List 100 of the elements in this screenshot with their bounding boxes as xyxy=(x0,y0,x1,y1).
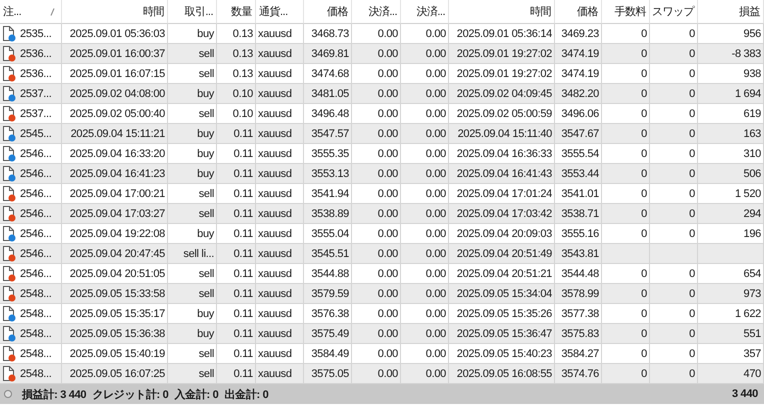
table-cell: 0 xyxy=(650,164,698,184)
table-cell: 2025.09.05 16:07:25 xyxy=(62,364,168,384)
table-cell: 2536... xyxy=(20,48,52,60)
table-cell: 3575.05 xyxy=(304,364,352,384)
table-cell: 3482.20 xyxy=(555,84,602,104)
table-cell: 2025.09.04 15:11:40 xyxy=(449,124,555,144)
column-header[interactable]: 手数料 xyxy=(602,0,650,24)
table-cell: 0.00 xyxy=(352,364,401,384)
table-cell: xauusd xyxy=(256,84,304,104)
table-cell: 0 xyxy=(650,124,698,144)
column-header[interactable]: 損益 xyxy=(698,0,764,24)
table-cell: 3474.19 xyxy=(555,44,602,64)
document-icon xyxy=(2,265,16,282)
table-cell: 2025.09.05 16:08:55 xyxy=(449,364,555,384)
table-cell: 0 xyxy=(602,284,650,304)
table-cell: xauusd xyxy=(256,284,304,304)
column-header[interactable]: 決済... xyxy=(352,0,401,24)
table-cell: 2546... xyxy=(20,188,52,200)
table-cell: 2548... xyxy=(20,288,52,300)
summary-text: 入金計: 0 xyxy=(174,388,218,402)
table-cell: 2025.09.04 16:41:43 xyxy=(449,164,555,184)
table-cell: 0 xyxy=(650,364,698,384)
table-cell: 2025.09.05 15:33:58 xyxy=(62,284,168,304)
table-cell: 2025.09.05 15:34:04 xyxy=(449,284,555,304)
document-icon xyxy=(2,325,16,342)
table-cell: 3553.13 xyxy=(304,164,352,184)
table-cell: 2546... xyxy=(20,268,52,280)
table-cell: 3574.76 xyxy=(555,364,602,384)
table-cell: 0 xyxy=(650,324,698,344)
table-cell: 973 xyxy=(698,284,764,304)
table-cell: 0.11 xyxy=(217,204,256,224)
column-header[interactable]: 価格 xyxy=(555,0,602,24)
table-cell: 2535... xyxy=(20,28,52,40)
status-icon xyxy=(4,390,12,398)
column-header[interactable]: 時間 xyxy=(449,0,555,24)
table-cell: xauusd xyxy=(256,244,304,264)
table-cell: 2025.09.05 15:36:38 xyxy=(62,324,168,344)
table-cell: 0 xyxy=(602,364,650,384)
table-cell: 3538.71 xyxy=(555,204,602,224)
table-cell: 2546... xyxy=(20,148,52,160)
table-cell: sell li... xyxy=(168,244,217,264)
table-cell: 2025.09.04 20:51:49 xyxy=(449,244,555,264)
document-icon xyxy=(2,225,16,242)
column-header[interactable]: スワップ xyxy=(650,0,698,24)
document-icon xyxy=(2,105,16,122)
table-cell: 0.00 xyxy=(352,244,401,264)
document-icon xyxy=(2,365,16,382)
table-cell: 0.00 xyxy=(352,44,401,64)
table-cell: 470 xyxy=(698,364,764,384)
table-cell: 0 xyxy=(650,44,698,64)
column-header[interactable]: 数量 xyxy=(217,0,256,24)
table-cell: 0.00 xyxy=(352,284,401,304)
table-cell: 0 xyxy=(650,84,698,104)
table-cell: xauusd xyxy=(256,364,304,384)
table-cell: 0 xyxy=(602,124,650,144)
column-header[interactable]: 取引... xyxy=(168,0,217,24)
table-cell: -8 383 xyxy=(698,44,764,64)
table-cell: 2537... xyxy=(20,108,52,120)
document-icon xyxy=(2,45,16,62)
table-cell: 3545.51 xyxy=(304,244,352,264)
table-cell: 3575.83 xyxy=(555,324,602,344)
summary-text: クレジット計: 0 xyxy=(92,388,168,402)
table-cell: 0.10 xyxy=(217,84,256,104)
table-cell: 0.11 xyxy=(217,124,256,144)
table-cell: 2025.09.02 04:09:45 xyxy=(449,84,555,104)
table-cell: 3578.99 xyxy=(555,284,602,304)
table-cell: 0.00 xyxy=(401,284,449,304)
table-cell: 551 xyxy=(698,324,764,344)
table-cell: 506 xyxy=(698,164,764,184)
document-icon xyxy=(2,305,16,322)
table-cell: 0 xyxy=(602,164,650,184)
document-icon xyxy=(2,145,16,162)
column-header[interactable]: 通貨... xyxy=(256,0,304,24)
document-icon xyxy=(2,205,16,222)
table-cell: 0.13 xyxy=(217,44,256,64)
table-cell: 2546... xyxy=(20,228,52,240)
table-cell: 1 694 xyxy=(698,84,764,104)
table-cell: xauusd xyxy=(256,324,304,344)
table-cell: 2025.09.04 17:03:27 xyxy=(62,204,168,224)
table-cell: 3538.89 xyxy=(304,204,352,224)
document-icon xyxy=(2,125,16,142)
table-cell: xauusd xyxy=(256,204,304,224)
summary-text: 出金計: 0 xyxy=(224,388,268,402)
table-cell: 3579.59 xyxy=(304,284,352,304)
table-cell: 3553.44 xyxy=(555,164,602,184)
column-header[interactable]: 決済... xyxy=(401,0,449,24)
table-cell: 0.00 xyxy=(401,84,449,104)
document-icon xyxy=(2,85,16,102)
table-cell: 2548... xyxy=(20,308,52,320)
table-cell: buy xyxy=(168,124,217,144)
column-header[interactable]: 時間 xyxy=(62,0,168,24)
table-cell: buy xyxy=(168,324,217,344)
column-header[interactable]: 注... xyxy=(0,0,62,24)
table-cell: 0.00 xyxy=(401,244,449,264)
table-cell: 3575.49 xyxy=(304,324,352,344)
table-cell: 2546... xyxy=(20,168,52,180)
table-cell: 2025.09.04 15:11:21 xyxy=(62,124,168,144)
table-cell: sell xyxy=(168,364,217,384)
document-icon xyxy=(2,25,16,42)
column-header[interactable]: 価格 xyxy=(304,0,352,24)
